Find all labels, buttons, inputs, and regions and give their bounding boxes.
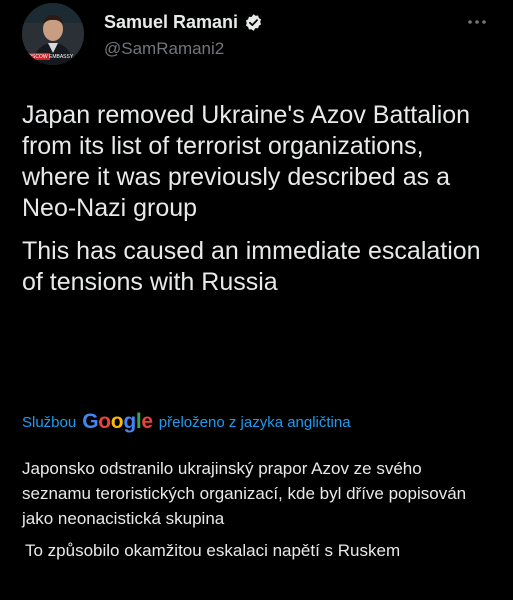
translated-paragraph: Japonsko odstranilo ukrajinský prapor Az… [22,459,467,528]
avatar[interactable]: MOSCOW EMBASSY [22,3,84,65]
tweet-paragraph: This has caused an immediate escalation … [22,237,481,296]
tweet-paragraph: Japan removed Ukraine's Azov Battalion f… [22,101,471,222]
more-options-icon[interactable] [465,10,489,34]
translation-attribution[interactable]: Službou Google přeloženo z jazyka anglič… [22,410,351,434]
tweet-text: Japan removed Ukraine's Azov Battalion f… [22,100,492,298]
author-name-row[interactable]: Samuel Ramani [104,12,263,33]
translation-prefix: Službou [22,413,77,431]
author-handle[interactable]: @SamRamani2 [104,39,224,59]
google-logo: Google [82,410,153,433]
avatar-caption: MOSCOW EMBASSY [24,54,74,60]
translated-paragraph: To způsobilo okamžitou eskalaci napětí s… [25,541,401,560]
translated-text: Japonsko odstranilo ukrajinský prapor Az… [22,456,492,563]
verified-badge-icon [244,13,263,32]
translation-suffix[interactable]: přeloženo z jazyka angličtina [159,414,351,431]
author-display-name[interactable]: Samuel Ramani [104,12,238,33]
